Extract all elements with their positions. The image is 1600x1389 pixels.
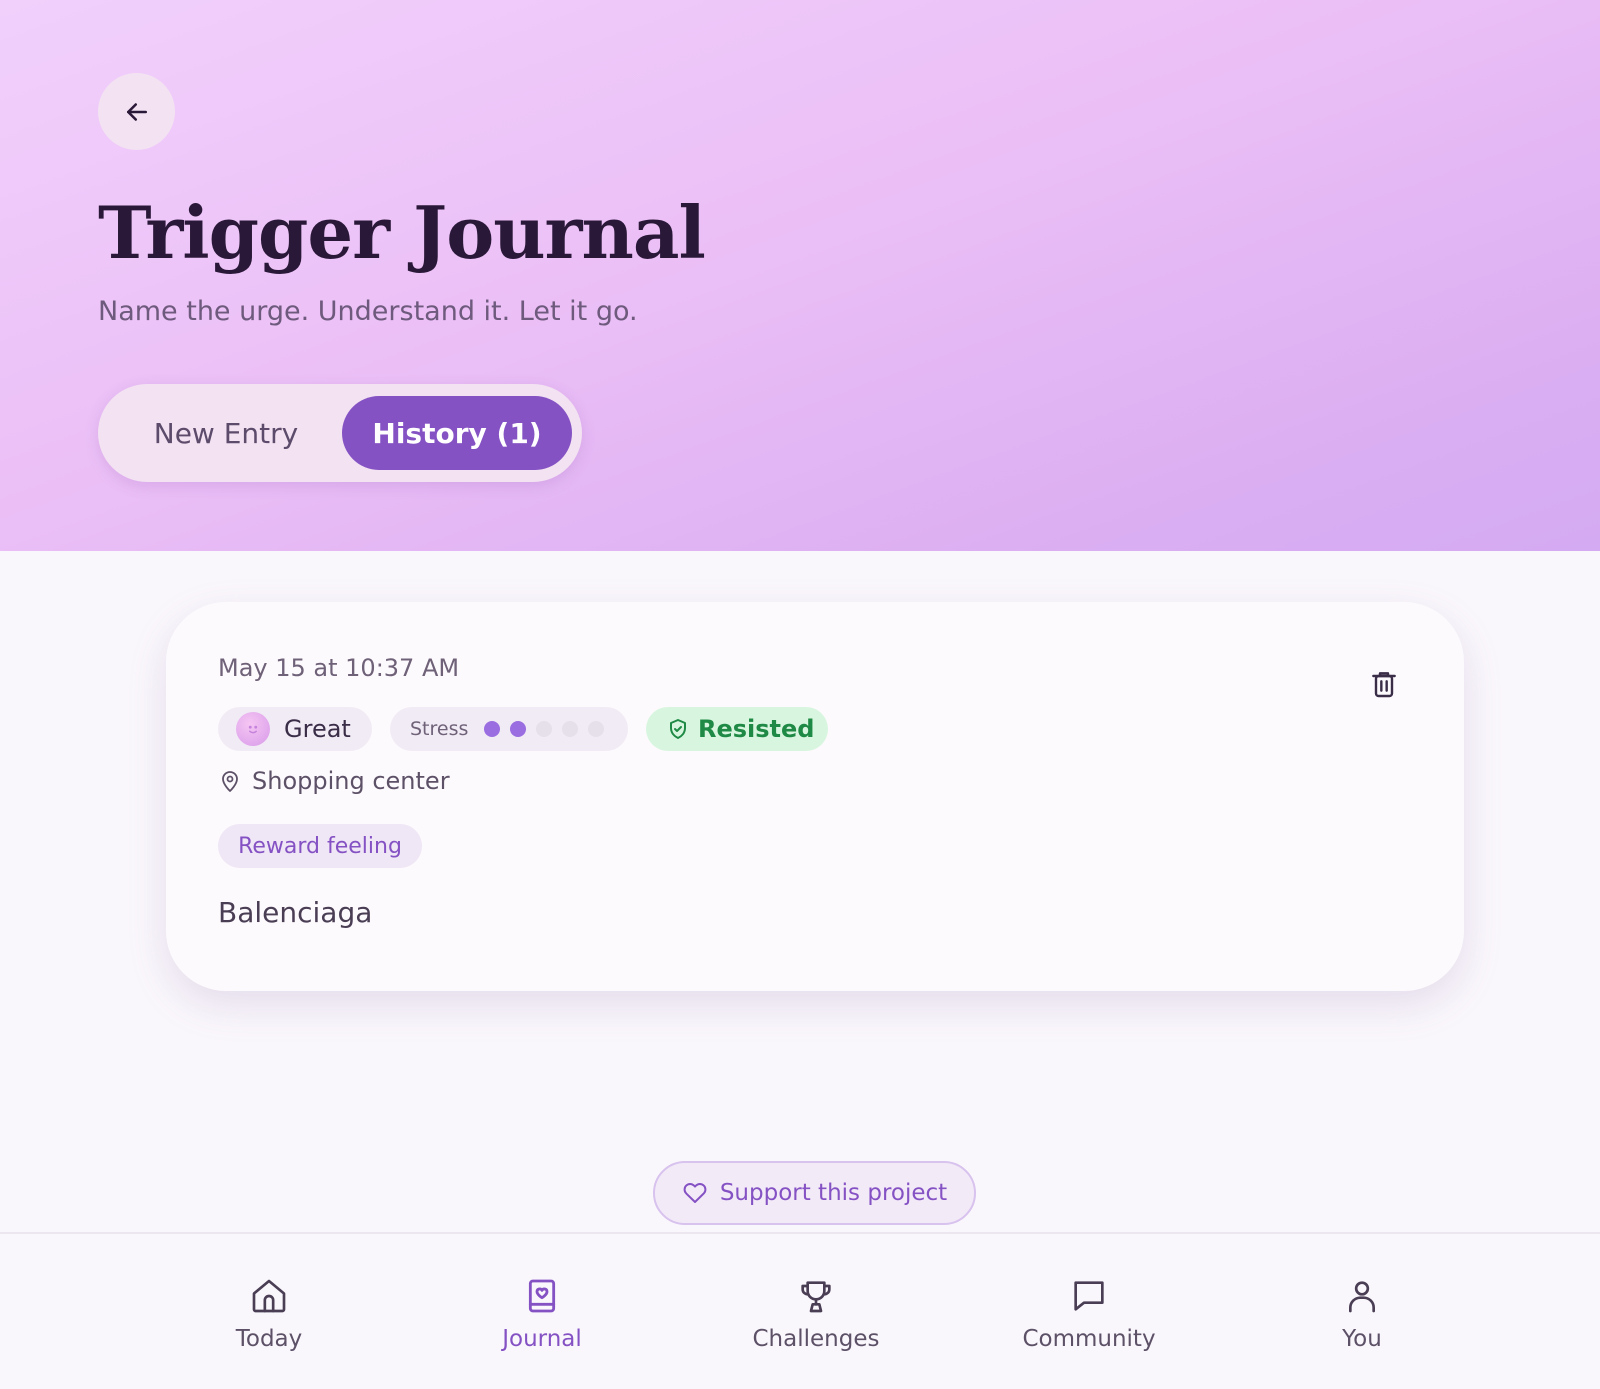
nav-label-today: Today: [235, 1326, 303, 1352]
entry-location: Shopping center: [218, 763, 450, 799]
stress-dot: [562, 721, 579, 737]
trophy-icon: [801, 1281, 831, 1313]
nav-label-community: Community: [1022, 1326, 1156, 1352]
tab-new-entry[interactable]: New Entry: [110, 396, 342, 470]
resisted-badge: Resisted: [646, 707, 828, 751]
journal-entry-card[interactable]: May 15 at 10:37 AM Great Stress Resisted…: [166, 602, 1464, 991]
delete-entry-button[interactable]: [1364, 664, 1404, 704]
view-toggle: New Entry History (1): [98, 384, 582, 482]
heart-icon: [683, 1183, 707, 1203]
stress-label: Stress: [410, 718, 469, 740]
page-subtitle: Name the urge. Understand it. Let it go.: [98, 296, 638, 327]
nav-challenges[interactable]: Challenges: [726, 1274, 906, 1374]
map-pin-icon: [222, 771, 238, 792]
back-button[interactable]: [98, 73, 175, 150]
journal-icon: [528, 1279, 556, 1313]
stress-dot: [588, 721, 605, 737]
shield-check-icon: [670, 719, 686, 739]
location-label: Shopping center: [252, 767, 450, 795]
stress-chip: Stress: [390, 707, 628, 751]
arrow-left-icon: [126, 102, 147, 121]
support-label: Support this project: [719, 1180, 948, 1206]
nav-label-journal: Journal: [502, 1326, 582, 1352]
page-title: Trigger Journal: [98, 190, 706, 275]
trash-icon: [1372, 672, 1396, 698]
nav-community[interactable]: Community: [999, 1274, 1179, 1374]
support-project-button[interactable]: Support this project: [653, 1161, 976, 1225]
nav-you[interactable]: You: [1272, 1274, 1452, 1374]
mood-chip: Great: [218, 707, 372, 751]
stress-dot: [510, 721, 527, 737]
header-banner: Trigger Journal Name the urge. Understan…: [0, 0, 1600, 551]
resisted-label: Resisted: [698, 715, 815, 743]
nav-today[interactable]: Today: [179, 1274, 359, 1374]
tab-history[interactable]: History (1): [342, 396, 572, 470]
nav-label-you: You: [1342, 1326, 1382, 1352]
entry-note: Balenciaga: [218, 896, 373, 929]
smiley-face-icon: [236, 712, 270, 746]
nav-journal[interactable]: Journal: [452, 1274, 632, 1374]
user-icon: [1349, 1281, 1375, 1313]
stress-dot: [484, 721, 501, 737]
trigger-tag: Reward feeling: [218, 824, 422, 868]
stress-dot: [536, 721, 553, 737]
bottom-navigation: Today Journal Challenges Community You: [0, 1232, 1600, 1389]
nav-label-challenges: Challenges: [752, 1326, 880, 1352]
mood-label: Great: [284, 715, 351, 743]
chat-icon: [1074, 1281, 1104, 1311]
home-icon: [252, 1279, 286, 1313]
entry-date: May 15 at 10:37 AM: [218, 654, 460, 682]
stress-level-dots: [484, 721, 605, 737]
